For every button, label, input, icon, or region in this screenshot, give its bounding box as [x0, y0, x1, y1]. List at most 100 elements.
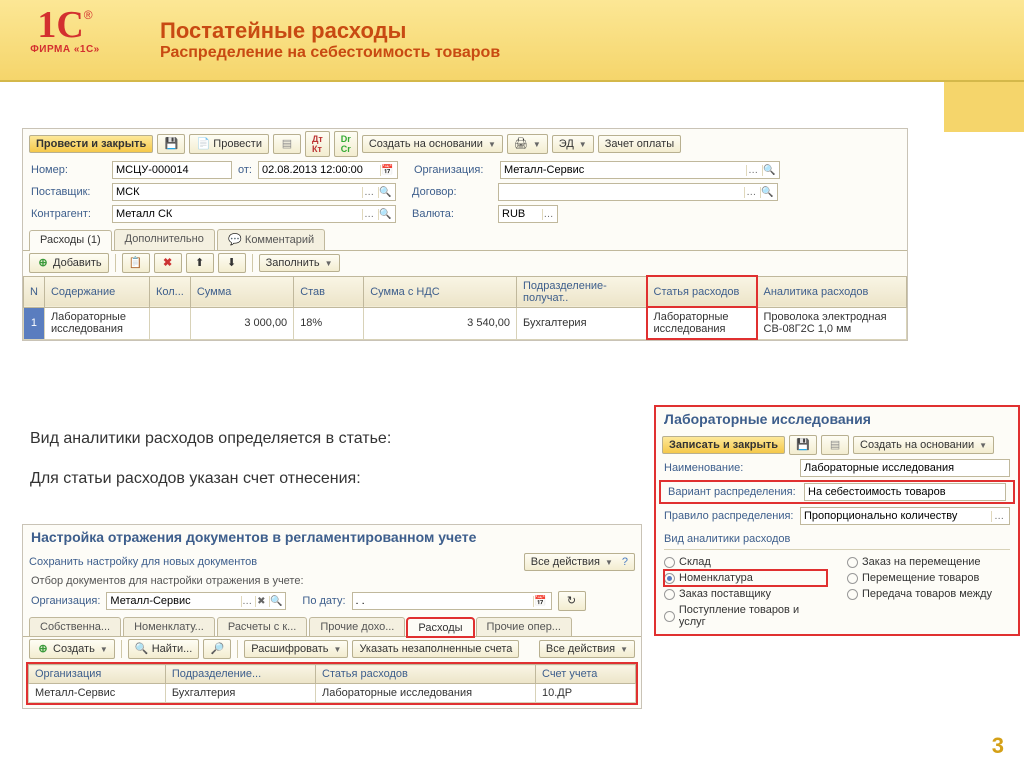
- dtkt-button[interactable]: ДтКт: [305, 131, 330, 157]
- create-button[interactable]: ⊕Создать▼: [29, 639, 115, 659]
- dist-field[interactable]: [804, 483, 1006, 501]
- fill-empty-button[interactable]: Указать незаполненные счета: [352, 640, 519, 658]
- save-button2[interactable]: 💾: [789, 435, 817, 455]
- x-icon: ✖: [161, 256, 175, 270]
- contract-field[interactable]: …🔍: [498, 183, 778, 201]
- print-button[interactable]: 🖨▼: [507, 134, 548, 154]
- down-icon: ⬇: [225, 256, 239, 270]
- create-based-button2[interactable]: Создать на основании▼: [853, 436, 994, 454]
- pay-offset-button[interactable]: Зачет оплаты: [598, 135, 681, 153]
- copy-button[interactable]: 📋: [122, 253, 150, 273]
- fill-button[interactable]: Заполнить▼: [259, 254, 340, 272]
- col-analytics[interactable]: Аналитика расходов: [757, 276, 907, 307]
- calendar-icon[interactable]: 📅: [533, 596, 548, 607]
- col-n[interactable]: N: [24, 276, 45, 307]
- filter-label: Отбор документов для настройки отражения…: [23, 573, 641, 589]
- table-row[interactable]: 1 Лабораторные исследования 3 000,00 18%…: [24, 307, 907, 339]
- copy-icon: 📋: [129, 256, 143, 270]
- post-close-button[interactable]: Провести и закрыть: [29, 135, 153, 153]
- annotation-1: Вид аналитики расходов определяется в ст…: [30, 430, 391, 448]
- counterparty-field[interactable]: …🔍: [112, 205, 396, 223]
- del-button[interactable]: ✖: [154, 253, 182, 273]
- tab-nom[interactable]: Номенклату...: [123, 617, 215, 636]
- ed-button[interactable]: ЭД▼: [552, 135, 594, 153]
- refresh-icon: ↻: [565, 594, 579, 608]
- table-row[interactable]: Металл-Сервис Бухгалтерия Лабораторные и…: [29, 684, 636, 703]
- sheet-icon: 📄: [196, 137, 210, 151]
- name-field[interactable]: [800, 459, 1010, 477]
- currency-field[interactable]: …: [498, 205, 558, 223]
- col-rate[interactable]: Став: [294, 276, 364, 307]
- rcol-dept[interactable]: Подразделение...: [165, 665, 315, 684]
- col-sumvat[interactable]: Сумма с НДС: [364, 276, 517, 307]
- col-content[interactable]: Содержание: [44, 276, 149, 307]
- slide-subtitle: Распределение на себестоимость товаров: [160, 44, 500, 62]
- num-field[interactable]: [112, 161, 232, 179]
- rcol-org[interactable]: Организация: [29, 665, 166, 684]
- doc-icon: ▤: [280, 137, 294, 151]
- radio-sklad[interactable]: Склад: [664, 554, 827, 570]
- radio-nomenklatura[interactable]: Номенклатура: [664, 570, 827, 586]
- radio-zakaz-perem[interactable]: Заказ на перемещение: [847, 554, 1010, 570]
- radio-zakaz-post[interactable]: Заказ поставщику: [664, 586, 827, 602]
- add-row-button[interactable]: ⊕Добавить: [29, 253, 109, 273]
- down-button[interactable]: ⬇: [218, 253, 246, 273]
- doc-toolbar: Провести и закрыть 💾 📄Провести ▤ ДтКт Dr…: [23, 129, 907, 159]
- date-field[interactable]: 📅: [258, 161, 398, 179]
- all-actions-button2[interactable]: Все действия▼: [539, 640, 635, 658]
- expense-item-panel: Лабораторные исследования Записать и зак…: [655, 406, 1019, 635]
- find-button[interactable]: 🔍Найти...: [128, 639, 200, 659]
- report-button[interactable]: ▤: [273, 134, 301, 154]
- rcol-item[interactable]: Статья расходов: [316, 665, 536, 684]
- report-button2[interactable]: ▤: [821, 435, 849, 455]
- regl-org-field[interactable]: …✖🔍: [106, 592, 286, 610]
- print-icon: 🖨: [514, 137, 528, 151]
- slide-header: [0, 0, 1024, 82]
- tab-expenses[interactable]: Расходы (1): [29, 230, 112, 251]
- calendar-icon[interactable]: 📅: [380, 165, 394, 176]
- tab-own[interactable]: Собственна...: [29, 617, 121, 636]
- annotation-2: Для статьи расходов указан счет отнесени…: [30, 470, 361, 488]
- supplier-field[interactable]: …🔍: [112, 183, 396, 201]
- tab-additional[interactable]: Дополнительно: [114, 229, 215, 250]
- tab-other-op[interactable]: Прочие опер...: [476, 617, 572, 636]
- tab-comment[interactable]: 💬 Комментарий: [217, 229, 325, 250]
- up-button[interactable]: ⬆: [186, 253, 214, 273]
- magnify-icon[interactable]: 🔍: [762, 165, 776, 176]
- save-button[interactable]: 💾: [157, 134, 185, 154]
- decode-button[interactable]: Расшифровать▼: [244, 640, 348, 658]
- clear-find-button[interactable]: 🔎: [203, 639, 231, 659]
- col-dept[interactable]: Подразделение-получат..: [517, 276, 647, 307]
- refresh-button[interactable]: ↻: [558, 591, 586, 611]
- col-qty[interactable]: Кол...: [149, 276, 190, 307]
- exp-title: Лабораторные исследования: [656, 407, 1018, 433]
- rule-field[interactable]: …: [800, 507, 1010, 525]
- up-icon: ⬆: [193, 256, 207, 270]
- all-actions-button[interactable]: Все действия▼?: [524, 553, 635, 571]
- post-button[interactable]: 📄Провести: [189, 134, 269, 154]
- regl-title: Настройка отражения документов в регламе…: [23, 525, 641, 551]
- magnify-icon: 🔍: [135, 642, 149, 656]
- tab-calc[interactable]: Расчеты с к...: [217, 617, 308, 636]
- radio-perem[interactable]: Перемещение товаров: [847, 570, 1010, 586]
- regl-date-field[interactable]: 📅: [352, 592, 552, 610]
- radio-postuplenie[interactable]: Поступление товаров и услуг: [664, 602, 827, 630]
- rcol-acct[interactable]: Счет учета: [536, 665, 636, 684]
- create-based-button[interactable]: Создать на основании▼: [362, 135, 503, 153]
- tab-other-inc[interactable]: Прочие дохо...: [309, 617, 405, 636]
- save-close-button[interactable]: Записать и закрыть: [662, 436, 785, 454]
- regl-table: Организация Подразделение... Статья расх…: [28, 664, 636, 703]
- slide-title: Постатейные расходы: [160, 18, 500, 44]
- plus-icon: ⊕: [36, 256, 50, 270]
- radio-peredacha[interactable]: Передача товаров между: [847, 586, 1010, 602]
- org-field[interactable]: …🔍: [500, 161, 780, 179]
- doc-subtoolbar: ⊕Добавить 📋 ✖ ⬆ ⬇ Заполнить▼: [23, 251, 907, 275]
- doc-panel: Провести и закрыть 💾 📄Провести ▤ ДтКт Dr…: [22, 128, 908, 341]
- ellipsis-icon[interactable]: …: [746, 165, 760, 176]
- tab-exp[interactable]: Расходы: [407, 618, 473, 637]
- save-new-link[interactable]: Сохранить настройку для новых документов: [29, 556, 257, 568]
- col-expitem[interactable]: Статья расходов: [647, 276, 757, 307]
- page-number: 3: [992, 733, 1004, 759]
- drcr-button[interactable]: DrCr: [334, 131, 358, 157]
- col-sum[interactable]: Сумма: [190, 276, 293, 307]
